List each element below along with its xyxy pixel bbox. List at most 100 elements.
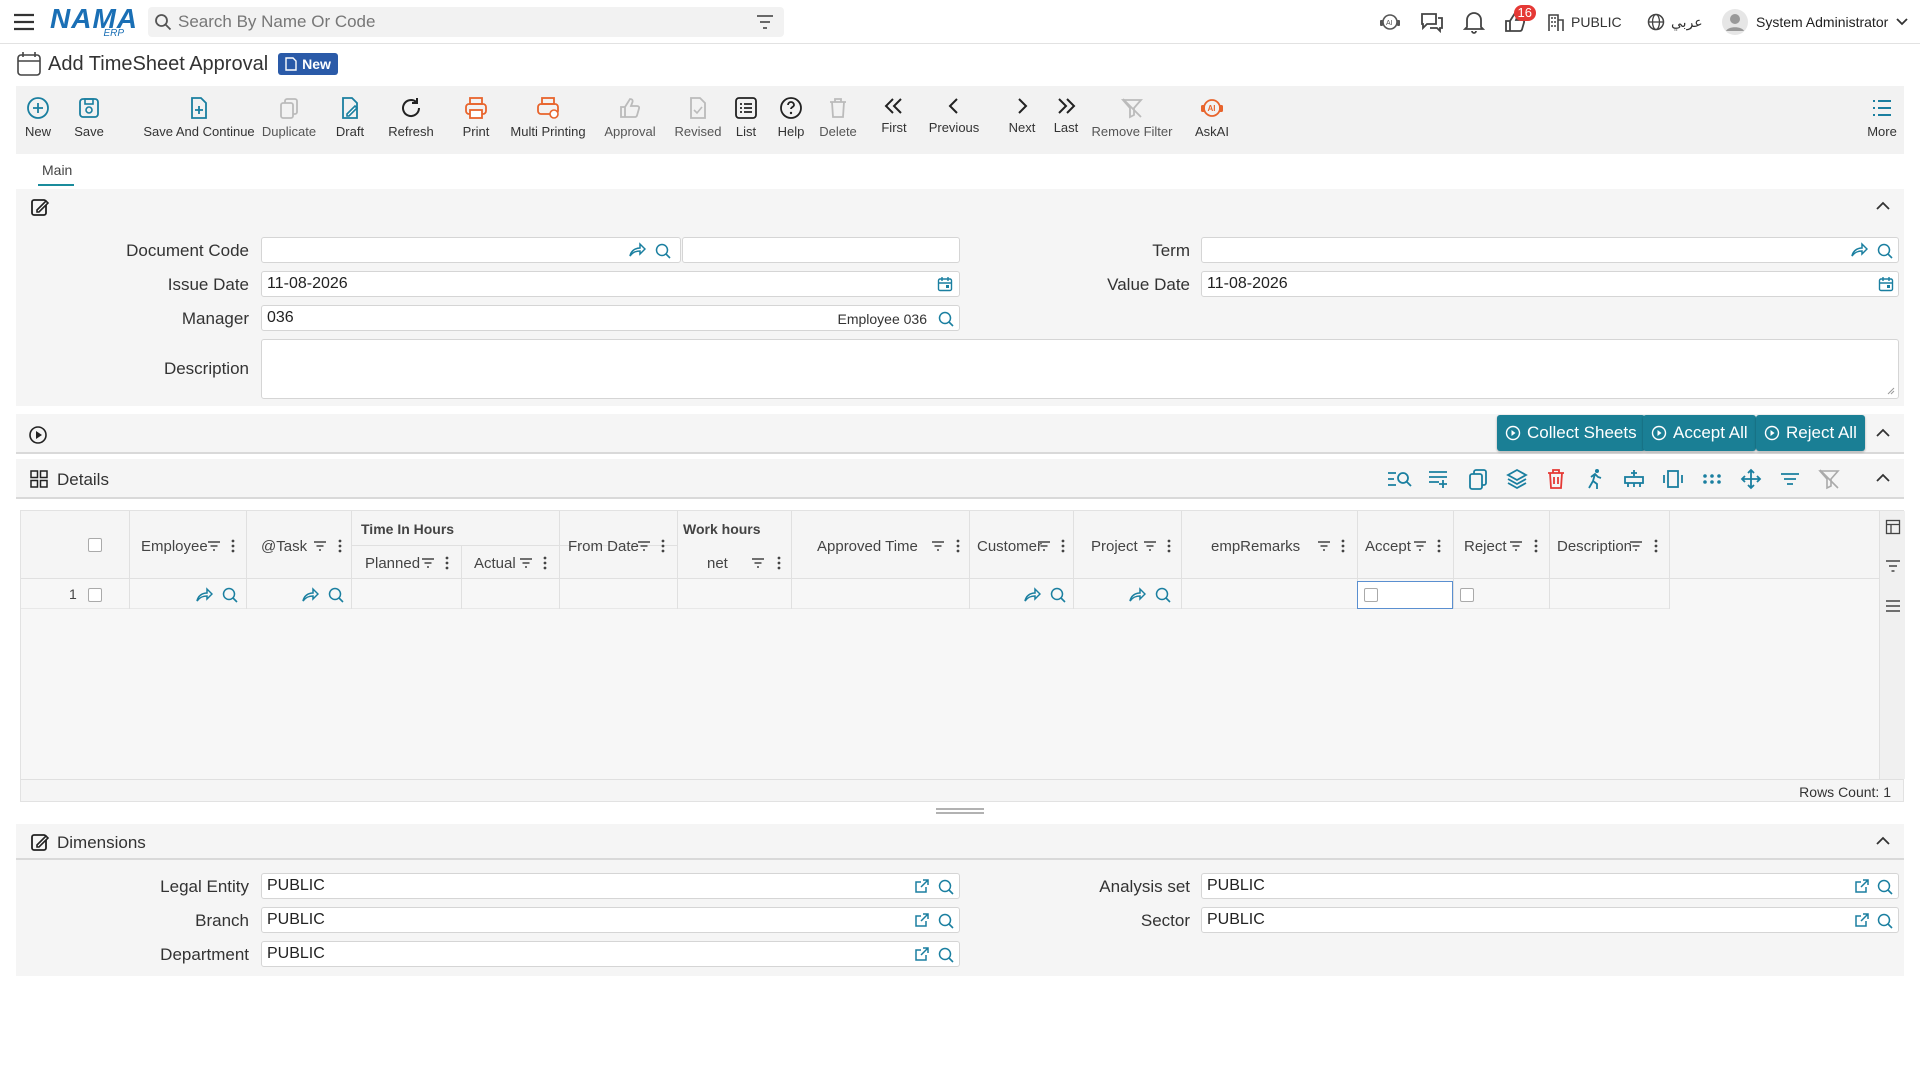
accept-cell-editor[interactable] <box>1357 581 1453 609</box>
column-menu-icon[interactable] <box>445 556 449 570</box>
column-filter-icon[interactable] <box>1317 540 1331 552</box>
accept-all-button[interactable]: Accept All <box>1643 415 1756 451</box>
document-code-field[interactable] <box>261 237 681 263</box>
revised-button[interactable]: Revised <box>670 86 726 154</box>
resize-handle-icon[interactable] <box>1887 387 1895 395</box>
grid-dots-icon[interactable] <box>1700 467 1724 491</box>
grid-layers-icon[interactable] <box>1505 467 1529 491</box>
menu-lines-icon[interactable] <box>1885 599 1901 613</box>
calendar-picker-icon[interactable] <box>937 276 953 292</box>
save-continue-button[interactable]: Save And Continue <box>137 86 261 154</box>
column-filter-icon[interactable] <box>637 540 651 552</box>
open-external-icon[interactable] <box>1854 912 1870 928</box>
column-filter-icon[interactable] <box>1037 540 1051 552</box>
remove-filter-button[interactable]: Remove Filter <box>1092 86 1172 154</box>
ai-assistant-icon[interactable]: AI <box>1378 0 1402 44</box>
column-filter-icon[interactable] <box>1413 540 1427 552</box>
filter-panel-icon[interactable] <box>1885 559 1901 573</box>
chat-icon[interactable] <box>1419 0 1445 44</box>
open-external-icon[interactable] <box>914 946 930 962</box>
column-menu-icon[interactable] <box>1437 539 1441 553</box>
search-input[interactable] <box>178 12 738 32</box>
search-lookup-icon[interactable] <box>327 586 345 604</box>
column-header-accept[interactable]: Accept <box>1365 538 1411 555</box>
search-lookup-icon[interactable] <box>937 878 955 896</box>
column-header-employee[interactable]: Employee <box>141 538 208 555</box>
first-button[interactable]: First <box>878 86 910 154</box>
company-selector[interactable]: PUBLIC <box>1547 0 1622 44</box>
search-lookup-icon[interactable] <box>1049 586 1067 604</box>
grid-copy-icon[interactable] <box>1466 467 1490 491</box>
column-filter-icon[interactable] <box>1629 540 1643 552</box>
column-header-actual[interactable]: Actual <box>474 555 516 572</box>
duplicate-button[interactable]: Duplicate <box>259 86 319 154</box>
column-header-emp-remarks[interactable]: empRemarks <box>1211 538 1300 555</box>
column-menu-icon[interactable] <box>956 539 960 553</box>
grid-insert-row-icon[interactable] <box>1622 467 1646 491</box>
resize-handle[interactable] <box>936 808 984 814</box>
collect-sheets-button[interactable]: Collect Sheets <box>1497 415 1645 451</box>
column-filter-icon[interactable] <box>421 557 435 569</box>
column-header-reject[interactable]: Reject <box>1464 538 1507 555</box>
column-header-planned[interactable]: Planned <box>365 555 420 572</box>
accept-checkbox[interactable] <box>1364 588 1378 602</box>
column-header-description[interactable]: Description <box>1557 538 1632 555</box>
department-field[interactable]: PUBLIC <box>261 941 960 967</box>
grid-search-icon[interactable] <box>1386 467 1412 491</box>
askai-button[interactable]: AI AskAI <box>1192 86 1232 154</box>
column-header-from-date[interactable]: From Date <box>568 538 639 555</box>
approval-button[interactable]: Approval <box>592 86 668 154</box>
grid-filter-icon[interactable] <box>1778 467 1802 491</box>
more-button[interactable]: More <box>1864 86 1900 154</box>
share-arrow-icon[interactable] <box>1850 242 1868 258</box>
select-all-checkbox[interactable] <box>88 538 102 552</box>
search-lookup-icon[interactable] <box>221 586 239 604</box>
column-header-project[interactable]: Project <box>1091 538 1138 555</box>
multi-printing-button[interactable]: Multi Printing <box>500 86 596 154</box>
sector-field[interactable]: PUBLIC <box>1201 907 1899 933</box>
column-menu-icon[interactable] <box>1534 539 1538 553</box>
search-lookup-icon[interactable] <box>654 242 672 260</box>
last-button[interactable]: Last <box>1050 86 1082 154</box>
next-button[interactable]: Next <box>1002 86 1042 154</box>
grid-move-icon[interactable] <box>1739 467 1763 491</box>
filter-icon[interactable] <box>756 14 774 30</box>
save-button[interactable]: Save <box>74 86 104 154</box>
column-filter-icon[interactable] <box>1509 540 1523 552</box>
collapse-chevron-up-icon[interactable] <box>1876 473 1890 483</box>
share-arrow-icon[interactable] <box>1023 587 1041 603</box>
like-notifications-icon[interactable]: 16 <box>1504 0 1536 44</box>
search-lookup-icon[interactable] <box>1876 878 1894 896</box>
open-external-icon[interactable] <box>914 912 930 928</box>
collapse-chevron-up-icon[interactable] <box>1876 428 1890 438</box>
delete-button[interactable]: Delete <box>818 86 858 154</box>
search-lookup-icon[interactable] <box>937 946 955 964</box>
bell-icon[interactable] <box>1463 0 1485 44</box>
language-switch[interactable]: عربي <box>1647 0 1703 44</box>
share-arrow-icon[interactable] <box>628 242 646 258</box>
open-external-icon[interactable] <box>1854 878 1870 894</box>
search-lookup-icon[interactable] <box>937 912 955 930</box>
draft-button[interactable]: Draft <box>330 86 370 154</box>
branch-field[interactable]: PUBLIC <box>261 907 960 933</box>
issue-date-field[interactable]: 11-08-2026 <box>261 271 960 297</box>
previous-button[interactable]: Previous <box>926 86 982 154</box>
grid-add-row-icon[interactable] <box>1426 467 1450 491</box>
column-header-customer[interactable]: Customer <box>977 538 1042 555</box>
column-filter-icon[interactable] <box>931 540 945 552</box>
analysis-set-field[interactable]: PUBLIC <box>1201 873 1899 899</box>
column-filter-icon[interactable] <box>751 557 765 569</box>
term-field[interactable] <box>1201 237 1899 263</box>
value-date-field[interactable]: 11-08-2026 <box>1201 271 1899 297</box>
nama-erp-logo[interactable]: NAMA ERP <box>50 4 137 40</box>
column-menu-icon[interactable] <box>661 539 665 553</box>
share-arrow-icon[interactable] <box>301 587 319 603</box>
column-header-task[interactable]: @Task <box>261 538 307 555</box>
column-header-approved-time[interactable]: Approved Time <box>817 538 918 555</box>
reject-checkbox[interactable] <box>1460 588 1474 602</box>
reject-all-button[interactable]: Reject All <box>1756 415 1865 451</box>
list-button[interactable]: List <box>728 86 764 154</box>
column-menu-icon[interactable] <box>543 556 547 570</box>
collapse-chevron-up-icon[interactable] <box>1876 836 1890 846</box>
column-menu-icon[interactable] <box>1341 539 1345 553</box>
